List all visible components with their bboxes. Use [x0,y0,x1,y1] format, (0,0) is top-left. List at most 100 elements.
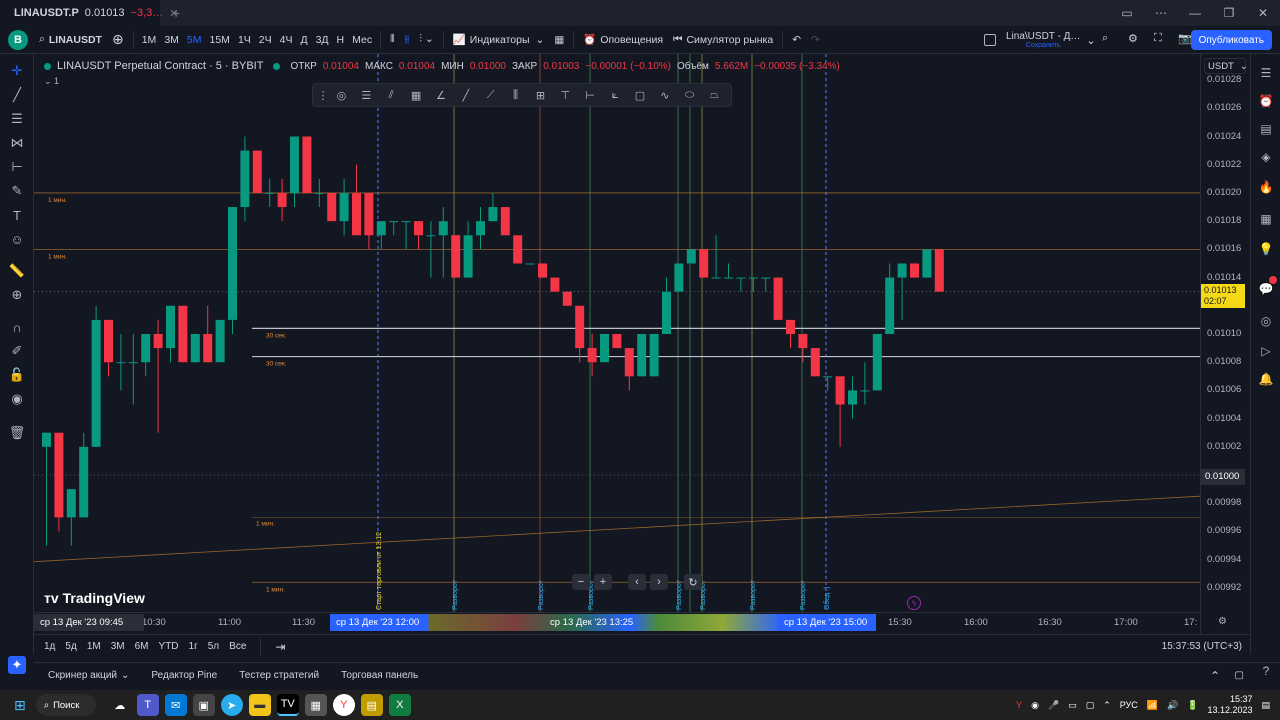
date-range-icon[interactable]: ⊤ [555,86,576,104]
maximize-panel-icon[interactable]: ▢ [1235,670,1244,681]
ideas-icon[interactable]: 💡 [1257,240,1275,258]
range-button-5[interactable]: YTD [159,641,179,652]
quick-search-icon[interactable]: ⌕ [1102,32,1108,45]
redo-icon[interactable]: ↷ [806,26,825,54]
yandex-tray-icon[interactable]: Y [1016,700,1022,710]
notes-icon[interactable]: ▤ [360,694,383,716]
legend-title[interactable]: LINAUSDT Perpetual Contract · 5 · BYBIT [57,60,263,72]
time-axis-settings-icon[interactable]: ⚙ [1218,616,1227,627]
alerts-clock-icon[interactable]: ⏰ [1257,92,1275,110]
drag-handle-icon[interactable]: ⋮ [318,86,329,104]
menu-icon[interactable]: ⋯ [1144,0,1178,26]
stream-icon[interactable]: ▷ [1257,342,1275,360]
scroll-left-icon[interactable]: ‹ [628,574,646,590]
zoom-in-icon[interactable]: ⊕ [8,286,26,304]
weather-icon[interactable]: ☁ [109,694,131,716]
simulator-button[interactable]: ⏮ Симулятор рынка [668,26,778,54]
close-window-icon[interactable]: ✕ [1246,0,1280,26]
chart-area[interactable]: Старт торговли от 13.12 Разворот Разворот Р… [34,54,1200,634]
maximize-icon[interactable]: ❐ [1212,0,1246,26]
panel-screener[interactable]: Скринер акций [48,670,117,681]
interval-9[interactable]: Н [333,26,349,54]
power-icon[interactable]: 🔋 [1187,700,1198,711]
signal-icon[interactable]: ◎ [1257,312,1275,330]
explorer-icon[interactable]: ▬ [248,694,271,716]
interval-10[interactable]: Мес [348,26,376,54]
fib-time-icon[interactable]: ⫼ [505,86,526,104]
range-button-4[interactable]: 6М [135,641,149,652]
range-button-1[interactable]: 5д [65,641,76,652]
currency-selector[interactable]: USDT ⌄ [1204,58,1248,74]
circle-tool-icon[interactable]: ◎ [331,86,352,104]
interval-6[interactable]: 4Ч [276,26,297,54]
extended-line-icon[interactable]: ⟋ [480,86,501,104]
taskbar-clock[interactable]: 15:37 13.12.2023 [1207,694,1252,716]
interval-0[interactable]: 1М [138,26,161,54]
emoji-icon[interactable]: ☺ [8,230,26,248]
range-button-7[interactable]: 5л [208,641,219,652]
pitchfork-icon[interactable]: ⫽ [381,86,402,104]
hotlist-icon[interactable]: 🔥 [1257,178,1275,196]
interval-1[interactable]: 3М [160,26,183,54]
interval-7[interactable]: Д [296,26,311,54]
layout-saved[interactable]: Сохранить [1026,42,1061,49]
language-label[interactable]: РУС [1120,700,1138,710]
ruler-icon[interactable]: 📏 [8,262,26,280]
range-button-6[interactable]: 1г [189,641,198,652]
bell-icon[interactable]: 🔔 [1257,370,1275,388]
fib-icon[interactable]: ☰ [8,110,26,128]
candlestick-chart[interactable]: Старт торговли от 13.12 Разворот Разворот Р… [34,54,1200,634]
calendar-icon[interactable]: ▦ [1257,210,1275,228]
pattern-icon[interactable]: ⋈ [8,134,26,152]
tab-linausdt[interactable]: LINAUSDT.P 0.01013 −3,3… ✕ [0,0,178,26]
notifications-icon[interactable]: ▤ [1261,700,1270,711]
battery-icon[interactable]: ▭ [1068,700,1077,711]
data-window-icon[interactable]: ▤ [1257,120,1275,138]
text-icon[interactable]: T [8,206,26,224]
range-button-3[interactable]: 3М [111,641,125,652]
scroll-right-icon[interactable]: › [650,574,668,590]
chart-type-bars-icon[interactable]: ⫵ [400,26,415,54]
interval-4[interactable]: 1Ч [234,26,255,54]
measure-range-icon[interactable]: ⊢ [8,158,26,176]
yandex-icon[interactable]: Y [332,694,355,716]
gear-icon[interactable]: ⚙ [1128,32,1138,45]
alerts-button[interactable]: ⏰ Оповещения [578,26,668,54]
panel-pine-editor[interactable]: Редактор Pine [151,670,217,681]
chevron-up-icon[interactable]: ⌃ [1210,669,1220,683]
time-axis[interactable]: 10:30 11:00 11:30 15:30 16:00 16:30 17:00 17: с… [34,612,1227,632]
reset-icon[interactable]: ↻ [684,574,702,590]
object-tree-icon[interactable]: ✦ [8,656,26,674]
chart-type-more-icon[interactable]: ⫶ ⌄ [414,26,438,54]
taskbar-search[interactable]: ⌕ Поиск [35,694,96,716]
interval-2[interactable]: 5М [183,26,206,54]
grid-tool-icon[interactable]: ▦ [406,86,427,104]
undo-icon[interactable]: ↶ [787,26,806,54]
pip-icon[interactable]: ▭ [1110,0,1144,26]
chevron-up-icon[interactable]: ⌃ [1103,700,1111,711]
crosshair-icon[interactable]: ✛ [8,62,26,80]
polygon-icon[interactable]: ⏢ [704,86,725,104]
range-button-2[interactable]: 1М [87,641,101,652]
layouts-grid-icon[interactable]: ▦ [549,26,569,54]
ellipse-icon[interactable]: ⬭ [679,86,700,104]
zoom-out-icon[interactable]: − [572,574,590,590]
price-axis[interactable]: USDT ⌄ 0.01028 0.01026 0.01024 0.01022 0.010… [1200,54,1250,634]
trend-line-icon[interactable]: ╱ [8,86,26,104]
publish-button[interactable]: Опубликовать [1190,30,1272,50]
lock-drawing-icon[interactable]: ✐ [8,342,26,360]
interval-3[interactable]: 15М [206,26,234,54]
chevron-down-icon[interactable]: ⌄ [121,670,129,681]
legend-collapse[interactable]: ⌄ 1 [44,76,59,87]
watchlist-icon[interactable]: ☰ [1257,64,1275,82]
trash-icon[interactable]: 🗑 [8,424,26,442]
windows-start-icon[interactable]: ⊞ [14,697,26,714]
layers-icon[interactable]: ◈ [1257,148,1275,166]
symbol-search[interactable]: ⌕ LINAUSDT [34,26,107,54]
magnet-icon[interactable]: ∩ [8,318,26,336]
path-icon[interactable]: ⟀ [605,86,626,104]
curve-icon[interactable]: ∿ [654,86,675,104]
goto-date-icon[interactable]: ⇥ [275,640,285,654]
rectangle-icon[interactable]: ▢ [630,86,651,104]
chat-tray-icon[interactable]: ▢ [1086,700,1095,711]
